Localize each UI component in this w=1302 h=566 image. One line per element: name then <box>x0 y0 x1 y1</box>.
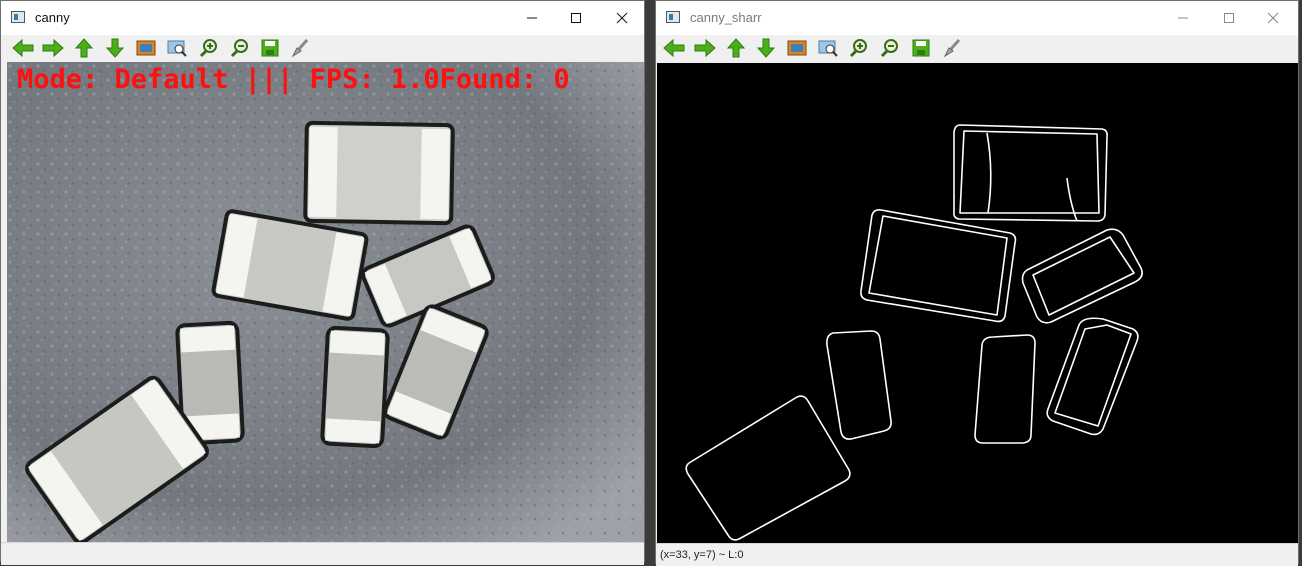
window-title: canny_sharr <box>690 10 762 25</box>
arrow-right-icon[interactable] <box>41 36 65 60</box>
arrow-up-icon[interactable] <box>724 36 748 60</box>
edge-chip-5 <box>974 334 1036 444</box>
arrow-left-icon[interactable] <box>11 36 35 60</box>
title-bar[interactable]: canny_sharr <box>656 1 1298 35</box>
cursor-coordinates: (x=33, y=7) ~ L:0 <box>660 549 744 561</box>
close-button[interactable] <box>599 1 645 35</box>
zoom-in-icon[interactable] <box>197 36 221 60</box>
maximize-button[interactable] <box>1206 1 1252 35</box>
status-bar: (x=33, y=7) ~ L:0 <box>656 543 1298 566</box>
zoom-out-icon[interactable] <box>878 36 902 60</box>
arrow-up-icon[interactable] <box>72 36 96 60</box>
edge-chip-2 <box>860 209 1017 323</box>
app-icon <box>11 11 25 23</box>
overlay-status-text: Mode: Default ||| FPS: 1.0Found: 0 <box>17 64 570 95</box>
arrow-left-icon[interactable] <box>662 36 686 60</box>
window-title: canny <box>35 10 70 25</box>
toolbar <box>656 35 1298 62</box>
edge-chip-4 <box>826 330 892 440</box>
zoom-fit-icon[interactable] <box>165 36 189 60</box>
minimize-button[interactable] <box>1160 1 1206 35</box>
canny-sharr-window: canny_sharr (x=33, y=7) ~ L:0 <box>655 0 1299 566</box>
brush-icon[interactable] <box>940 36 964 60</box>
edge-chip-1 <box>953 124 1108 222</box>
image-icon[interactable] <box>785 36 809 60</box>
brush-icon[interactable] <box>288 36 312 60</box>
toolbar <box>1 35 644 62</box>
edge-chip-6 <box>1046 317 1139 436</box>
app-icon <box>666 11 680 23</box>
image-icon[interactable] <box>134 36 158 60</box>
chip-5 <box>320 325 390 449</box>
edge-image-view[interactable] <box>657 63 1298 543</box>
chip-1 <box>303 120 455 226</box>
zoom-fit-icon[interactable] <box>816 36 840 60</box>
save-icon[interactable] <box>258 36 282 60</box>
capacitors-image <box>7 62 644 542</box>
zoom-in-icon[interactable] <box>847 36 871 60</box>
camera-image-view[interactable]: Mode: Default ||| FPS: 1.0Found: 0 <box>7 62 644 542</box>
close-button[interactable] <box>1250 1 1296 35</box>
edges-image <box>685 124 1143 541</box>
canny-window: canny Mode: Default ||| FPS: 1.0Found: 0 <box>0 0 645 565</box>
minimize-button[interactable] <box>509 1 555 35</box>
arrow-down-icon[interactable] <box>754 36 778 60</box>
arrow-down-icon[interactable] <box>103 36 127 60</box>
save-icon[interactable] <box>909 36 933 60</box>
edge-chip-7 <box>685 395 851 541</box>
title-bar[interactable]: canny <box>1 1 644 35</box>
arrow-right-icon[interactable] <box>693 36 717 60</box>
edge-chip-3 <box>1021 228 1143 324</box>
zoom-out-icon[interactable] <box>228 36 252 60</box>
status-bar <box>1 542 644 565</box>
maximize-button[interactable] <box>553 1 599 35</box>
